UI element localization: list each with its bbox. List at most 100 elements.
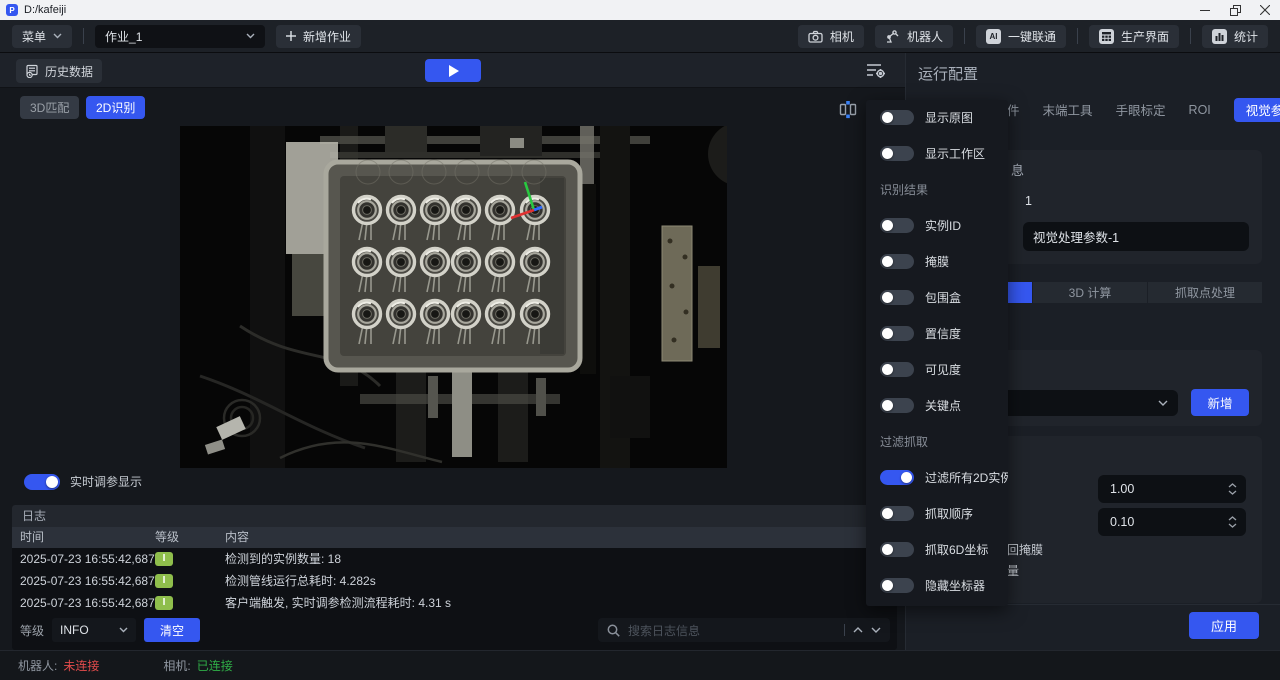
chevron-down-icon[interactable] [871,627,881,633]
toggle-switch[interactable] [880,362,914,377]
tab-2d-recognition[interactable]: 2D识别 [86,96,145,119]
search-divider [844,624,845,636]
toggle-switch[interactable] [880,254,914,269]
display-options-button[interactable] [864,61,888,81]
maximize-button[interactable] [1220,0,1250,20]
apply-button[interactable]: 应用 [1189,612,1259,639]
popup-section-label: 过滤抓取 [880,430,1008,452]
toggle-switch[interactable] [880,506,914,521]
popup-toggle-label: 关键点 [925,397,961,414]
menu-label: 菜单 [22,28,46,45]
log-col-level: 等级 [155,527,179,548]
toggle-switch[interactable] [880,578,914,593]
toolbar-divider [1077,28,1078,44]
history-data-button[interactable]: 历史数据 [16,59,102,83]
log-level-select[interactable]: INFO [52,618,136,642]
realtime-param-row: 实时调参显示 [24,473,142,490]
popup-toggle-row: 隐藏坐标器 [880,574,1008,596]
toggle-switch[interactable] [880,470,914,485]
camera-status-label: 相机: [163,657,190,674]
log-time: 2025-07-23 16:55:42,687 [20,592,155,614]
popup-toggle-row: 抓取6D坐标 [880,538,1008,560]
log-time: 2025-07-23 16:55:42,687 [20,548,155,570]
log-content: 检测到的实例数量: 18 [225,548,341,570]
close-button[interactable] [1250,0,1280,20]
subtab-3d-compute[interactable]: 3D 计算 [1033,282,1147,303]
robot-button[interactable]: 机器人 [875,25,953,48]
statistics-button[interactable]: 统计 [1202,25,1268,48]
toggle-switch[interactable] [880,146,914,161]
bar-chart-icon [1212,29,1227,44]
log-title: 日志 [12,505,897,527]
one-key-link-button[interactable]: AI 一键联通 [976,25,1066,48]
minimize-button[interactable] [1190,0,1220,20]
stepper-up-icon[interactable] [1228,516,1237,521]
value1-stepper[interactable]: 1.00 [1098,475,1246,503]
camera-label: 相机 [830,28,854,45]
camera-button[interactable]: 相机 [798,25,864,48]
log-filter-row: 等级 INFO 清空 [20,618,200,642]
stepper-down-icon[interactable] [1228,490,1237,495]
statistics-label: 统计 [1234,28,1258,45]
subtab-grasp-point[interactable]: 抓取点处理 [1148,282,1262,303]
tab-3d-match[interactable]: 3D匹配 [20,96,79,119]
run-button[interactable] [425,59,481,82]
toggle-switch[interactable] [880,218,914,233]
job-select[interactable]: 作业_1 [95,25,265,48]
log-row[interactable]: 2025-07-23 16:55:42,687I客户端触发, 实时调参检测流程耗… [12,592,897,614]
minimize-icon [1200,5,1210,15]
value1: 1.00 [1110,482,1134,496]
toggle-switch[interactable] [880,110,914,125]
toolbar-divider [964,28,965,44]
run-config-title: 运行配置 [918,63,978,84]
log-row[interactable]: 2025-07-23 16:55:42,687I检测管线运行总耗时: 4.282… [12,570,897,592]
popup-toggle-row: 关键点 [880,394,1008,416]
add-job-label: 新增作业 [303,28,351,45]
popup-toggle-label: 抓取顺序 [925,505,973,522]
tab-partial[interactable]: 件 [1007,100,1020,119]
tab-end-tool[interactable]: 末端工具 [1043,100,1093,119]
log-col-content: 内容 [225,527,249,548]
job-select-value: 作业_1 [105,28,142,45]
menu-button[interactable]: 菜单 [12,25,72,48]
info-value: 1 [1025,194,1032,208]
log-rows: 2025-07-23 16:55:42,687I检测到的实例数量: 182025… [12,548,897,614]
popup-toggle-row: 实例ID [880,214,1008,236]
workspace-header: 历史数据 [0,53,905,88]
add-button[interactable]: 新增 [1191,389,1249,416]
chevron-up-icon[interactable] [853,627,863,633]
log-search-box[interactable]: 搜索日志信息 [598,618,890,642]
log-level-value: INFO [60,623,89,637]
popup-toggle-label: 显示工作区 [925,145,985,162]
toggle-switch[interactable] [880,290,914,305]
realtime-param-label: 实时调参显示 [70,473,142,490]
history-data-label: 历史数据 [45,63,93,80]
robot-status-value: 未连接 [63,657,99,674]
tab-roi[interactable]: ROI [1189,103,1211,117]
log-panel: 日志 时间 等级 内容 2025-07-23 16:55:42,687I检测到的… [12,505,897,650]
add-job-button[interactable]: 新增作业 [276,25,361,48]
search-icon [607,624,620,637]
log-row[interactable]: 2025-07-23 16:55:42,687I 检测到的实例数量: 18 [12,548,897,570]
log-content: 客户端触发, 实时调参检测流程耗时: 4.31 s [225,592,451,614]
value2-stepper[interactable]: 0.10 [1098,508,1246,536]
param-name-input[interactable] [1023,222,1249,251]
chevron-down-icon [1158,400,1168,406]
realtime-param-toggle[interactable] [24,474,60,490]
log-level-label: 等级 [20,622,44,639]
toggle-switch[interactable] [880,542,914,557]
log-level-badge: I [155,552,173,566]
split-view-icon[interactable] [838,100,858,122]
tab-hand-eye-calibration[interactable]: 手眼标定 [1116,100,1166,119]
toggle-switch[interactable] [880,326,914,341]
toggle-switch[interactable] [880,398,914,413]
clear-log-button[interactable]: 清空 [144,618,200,642]
production-view-button[interactable]: 生产界面 [1089,25,1179,48]
camera-icon [808,30,823,43]
stepper-down-icon[interactable] [1228,523,1237,528]
stepper-up-icon[interactable] [1228,483,1237,488]
one-key-link-label: 一键联通 [1008,28,1056,45]
popup-toggle-label: 掩膜 [925,253,949,270]
workspace-panel: 历史数据 3D匹配 2D识别 [0,53,905,650]
tab-vision-params[interactable]: 视觉参数 [1234,98,1280,122]
